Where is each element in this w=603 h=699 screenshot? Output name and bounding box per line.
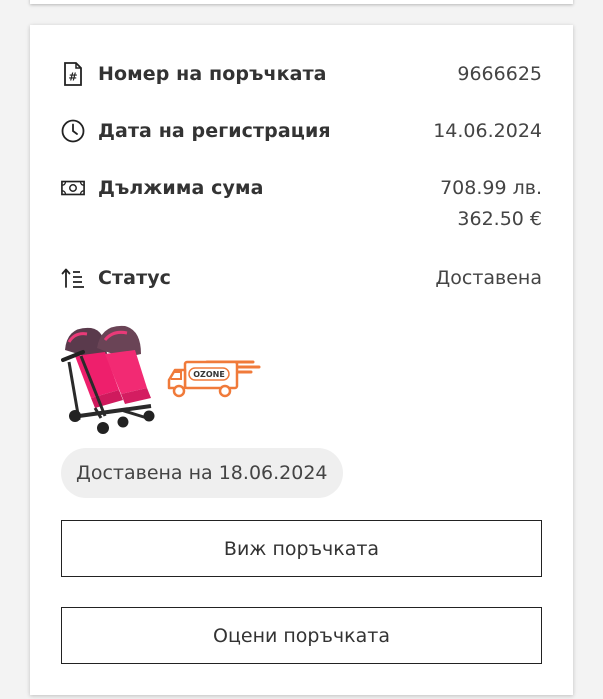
amount-due-label: Дължима сума	[98, 177, 264, 199]
amount-due-bgn: 708.99 лв.	[440, 177, 542, 199]
svg-text:#: #	[68, 71, 77, 84]
previous-order-card	[30, 0, 573, 4]
ozone-delivery-truck-icon: OZONE	[167, 360, 261, 398]
registration-date-label: Дата на регистрация	[98, 120, 331, 142]
sort-status-icon	[61, 266, 85, 290]
amount-due-eur: 362.50 €	[457, 208, 542, 230]
registration-date-row: Дата на регистрация 14.06.2024	[61, 117, 542, 145]
clock-icon	[61, 119, 85, 143]
status-value: Доставена	[435, 267, 542, 289]
order-number-row: # Номер на поръчката 9666625	[61, 60, 542, 88]
order-number-label: Номер на поръчката	[98, 63, 327, 85]
banknote-icon	[61, 176, 85, 200]
order-card: # Номер на поръчката 9666625 Дата на рег…	[30, 25, 573, 695]
status-row: Статус Доставена	[61, 264, 542, 292]
receipt-hash-icon: #	[61, 62, 85, 86]
view-order-button[interactable]: Виж поръчката	[61, 520, 542, 577]
delivered-date-badge: Доставена на 18.06.2024	[61, 448, 343, 498]
rate-order-button[interactable]: Оцени поръчката	[61, 607, 542, 664]
status-label: Статус	[98, 267, 172, 289]
amount-due-row: Дължима сума 708.99 лв.	[61, 174, 542, 202]
order-thumbnails: OZONE	[61, 318, 265, 438]
stroller-product-image[interactable]	[61, 320, 159, 436]
order-number-value: 9666625	[457, 63, 542, 85]
ozone-logo-text: OZONE	[193, 370, 225, 379]
registration-date-value: 14.06.2024	[433, 120, 542, 142]
